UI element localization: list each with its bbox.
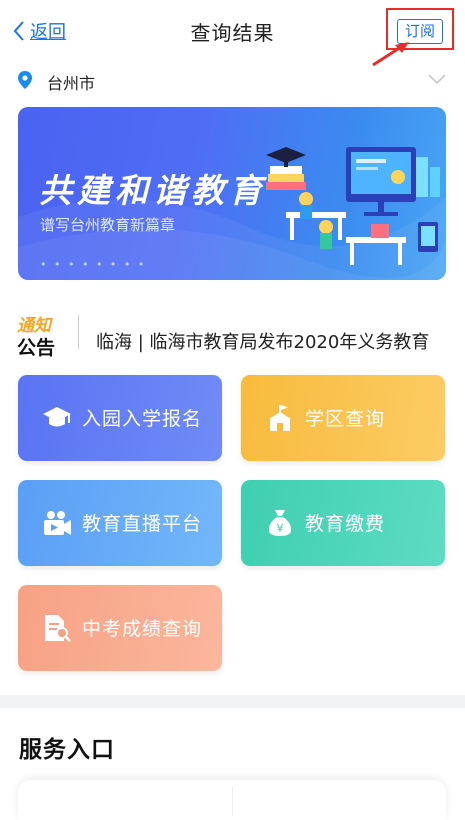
tile-label: 教育缴费 bbox=[305, 513, 386, 535]
tile-exam-score[interactable]: 中考成绩查询 bbox=[18, 585, 222, 671]
banner-dots: • • • • • • • • bbox=[40, 258, 147, 271]
tile-label: 入园入学报名 bbox=[82, 408, 203, 430]
banner-subtitle: 谱写台州教育新篇章 bbox=[40, 216, 176, 234]
notice-bar[interactable]: 通知 公告 临海 | 临海市教育局发布2020年义务教育 bbox=[0, 305, 465, 359]
tile-label: 教育直播平台 bbox=[82, 513, 203, 535]
tile-education-payment[interactable]: ¥ 教育缴费 bbox=[241, 480, 445, 566]
graduation-cap-icon bbox=[43, 407, 71, 427]
money-bag-icon: ¥ bbox=[268, 510, 292, 536]
chevron-down-icon[interactable] bbox=[427, 72, 447, 86]
live-camera-icon bbox=[44, 511, 71, 535]
navigation-bar: 返回 查询结果 订阅 bbox=[0, 0, 465, 67]
classroom-illustration bbox=[266, 147, 440, 265]
tile-enrollment[interactable]: 入园入学报名 bbox=[18, 375, 222, 461]
tile-school-district[interactable]: 学区查询 bbox=[241, 375, 445, 461]
city-label: 台州市 bbox=[47, 74, 96, 93]
notice-text[interactable]: 临海 | 临海市教育局发布2020年义务教育 bbox=[96, 328, 456, 354]
notice-logo: 通知 公告 bbox=[17, 311, 59, 359]
tile-label: 中考成绩查询 bbox=[82, 618, 203, 640]
services-card bbox=[18, 780, 446, 820]
tile-label: 学区查询 bbox=[305, 408, 386, 430]
tile-live-platform[interactable]: 教育直播平台 bbox=[18, 480, 222, 566]
notice-divider bbox=[78, 315, 79, 349]
promo-banner[interactable]: 共建和谐教育 谱写台州教育新篇章 • • • • • • • • bbox=[18, 107, 446, 280]
section-divider bbox=[0, 695, 465, 708]
svg-text:¥: ¥ bbox=[277, 522, 284, 535]
card-divider bbox=[232, 786, 233, 816]
banner-title: 共建和谐教育 bbox=[39, 171, 267, 210]
location-pin-icon bbox=[18, 71, 32, 89]
document-search-icon bbox=[45, 615, 71, 642]
notice-logo-line2: 公告 bbox=[17, 337, 56, 359]
location-selector[interactable]: 台州市 bbox=[0, 62, 465, 98]
school-building-icon bbox=[269, 405, 291, 431]
services-title: 服务入口 bbox=[19, 737, 115, 763]
